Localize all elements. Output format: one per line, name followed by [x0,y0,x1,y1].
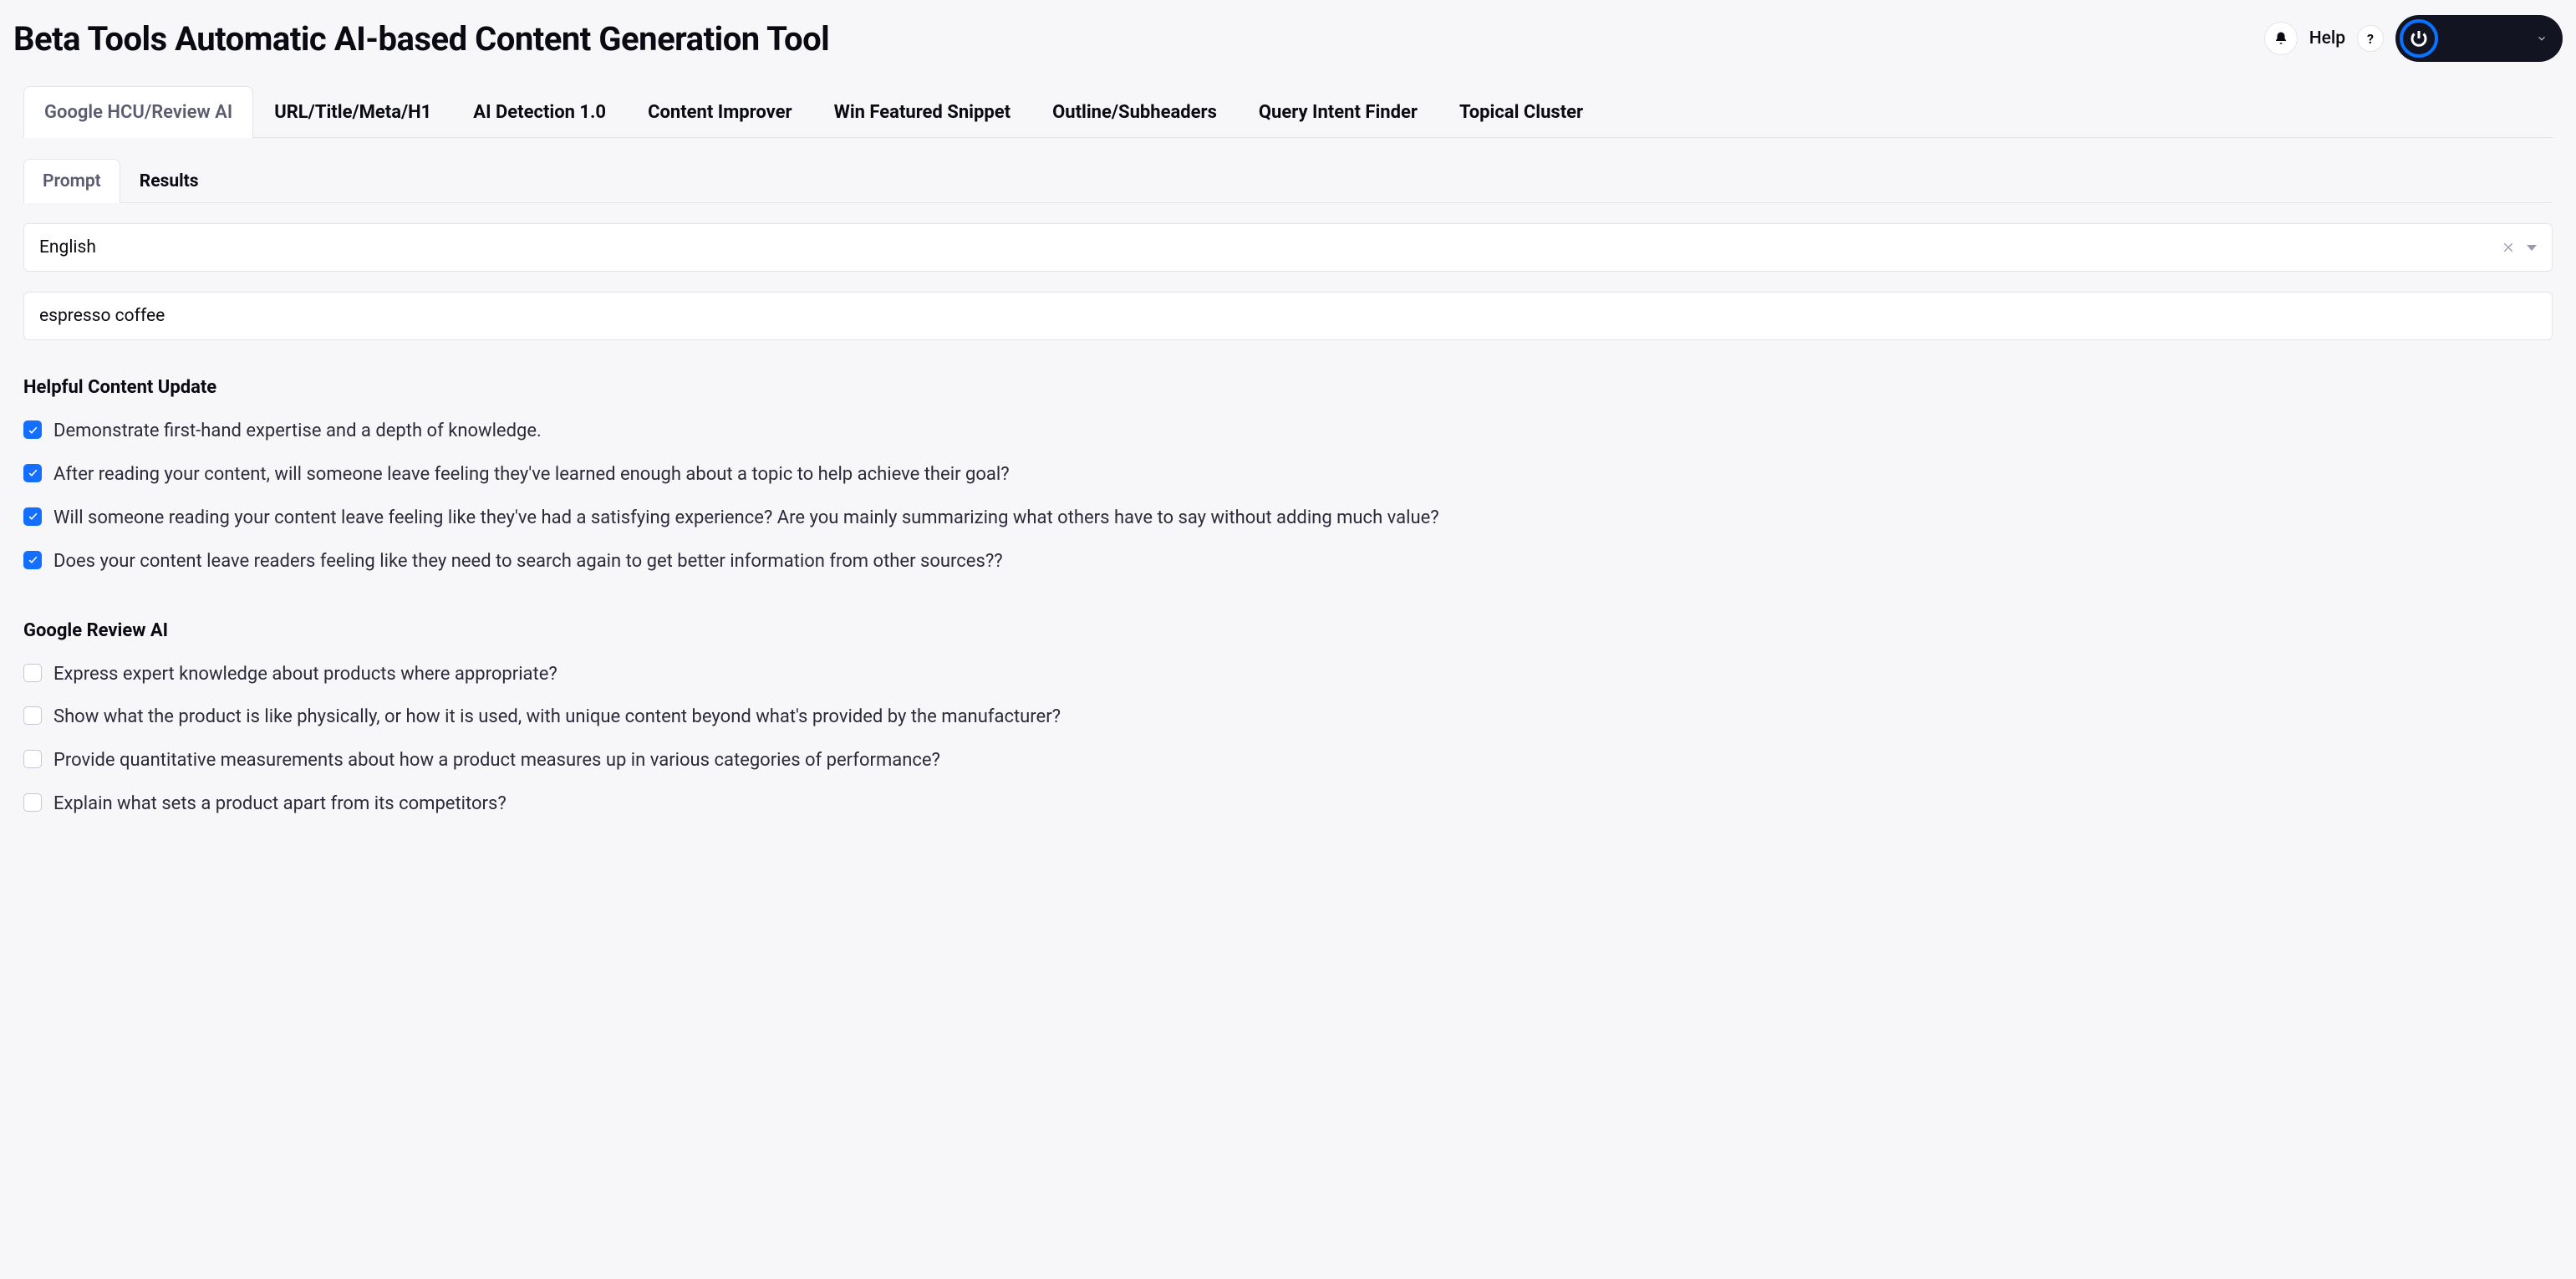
check-icon [28,511,38,522]
language-select-value: English [39,237,96,257]
checkbox-label: Will someone reading your content leave … [53,505,1439,532]
user-menu-button[interactable] [2395,15,2563,62]
check-row: Will someone reading your content leave … [23,497,2553,540]
tabs-secondary: PromptResults [23,158,2553,203]
header: Beta Tools Automatic AI-based Content Ge… [0,0,2576,69]
tabs-primary: Google HCU/Review AIURL/Title/Meta/H1AI … [23,85,2553,138]
section-1: Google Review AI Express expert knowledge… [23,620,2553,827]
check-icon [28,554,38,565]
check-row: Express expert knowledge about products … [23,653,2553,696]
checkbox[interactable] [23,793,42,812]
bell-icon [2273,31,2288,46]
dropdown-icon[interactable] [2527,245,2537,251]
checkbox[interactable] [23,464,42,482]
checkbox[interactable] [23,420,42,439]
avatar [2400,19,2438,58]
tab-primary-1[interactable]: URL/Title/Meta/H1 [253,86,452,138]
checkbox-label: After reading your content, will someone… [53,461,1010,488]
checkbox-label: Does your content leave readers feeling … [53,548,1003,575]
check-row: Does your content leave readers feeling … [23,540,2553,583]
checkbox-label: Explain what sets a product apart from i… [53,791,507,818]
page-title: Beta Tools Automatic AI-based Content Ge… [13,19,829,59]
tab-primary-0[interactable]: Google HCU/Review AI [23,86,253,138]
checkbox-label: Show what the product is like physically… [53,704,1061,731]
power-icon [2409,28,2429,48]
check-row: Demonstrate first-hand expertise and a d… [23,410,2553,453]
chevron-down-icon [2536,33,2548,44]
tab-secondary-1[interactable]: Results [120,159,218,203]
checkbox[interactable] [23,750,42,768]
check-row: After reading your content, will someone… [23,453,2553,497]
tab-primary-4[interactable]: Win Featured Snippet [813,86,1032,138]
tab-primary-5[interactable]: Outline/Subheaders [1031,86,1238,138]
check-row: Provide quantitative measurements about … [23,739,2553,782]
checkbox[interactable] [23,507,42,526]
checkbox-label: Demonstrate first-hand expertise and a d… [53,418,542,445]
check-icon [28,425,38,436]
language-select[interactable]: English [23,223,2553,272]
clear-icon[interactable] [2502,241,2515,254]
tab-primary-2[interactable]: AI Detection 1.0 [452,86,627,138]
topic-input-wrapper [23,292,2553,340]
checkbox-label: Provide quantitative measurements about … [53,747,940,774]
section-title: Google Review AI [23,620,2553,641]
header-actions: Help ? [2264,15,2563,62]
check-row: Explain what sets a product apart from i… [23,782,2553,826]
checkbox[interactable] [23,706,42,725]
section-0: Helpful Content Update Demonstrate first-… [23,377,2553,583]
checkbox[interactable] [23,664,42,682]
tab-primary-3[interactable]: Content Improver [627,86,813,138]
checkbox[interactable] [23,551,42,569]
tab-secondary-0[interactable]: Prompt [23,159,120,203]
topic-input[interactable] [39,306,2537,326]
notifications-button[interactable] [2264,22,2298,55]
check-icon [28,467,38,478]
help-button[interactable]: ? [2357,25,2384,52]
section-title: Helpful Content Update [23,377,2553,398]
checkbox-label: Express expert knowledge about products … [53,661,557,688]
tab-primary-6[interactable]: Query Intent Finder [1238,86,1438,138]
tab-primary-7[interactable]: Topical Cluster [1438,86,1604,138]
check-row: Show what the product is like physically… [23,696,2553,739]
help-label: Help [2309,28,2345,48]
